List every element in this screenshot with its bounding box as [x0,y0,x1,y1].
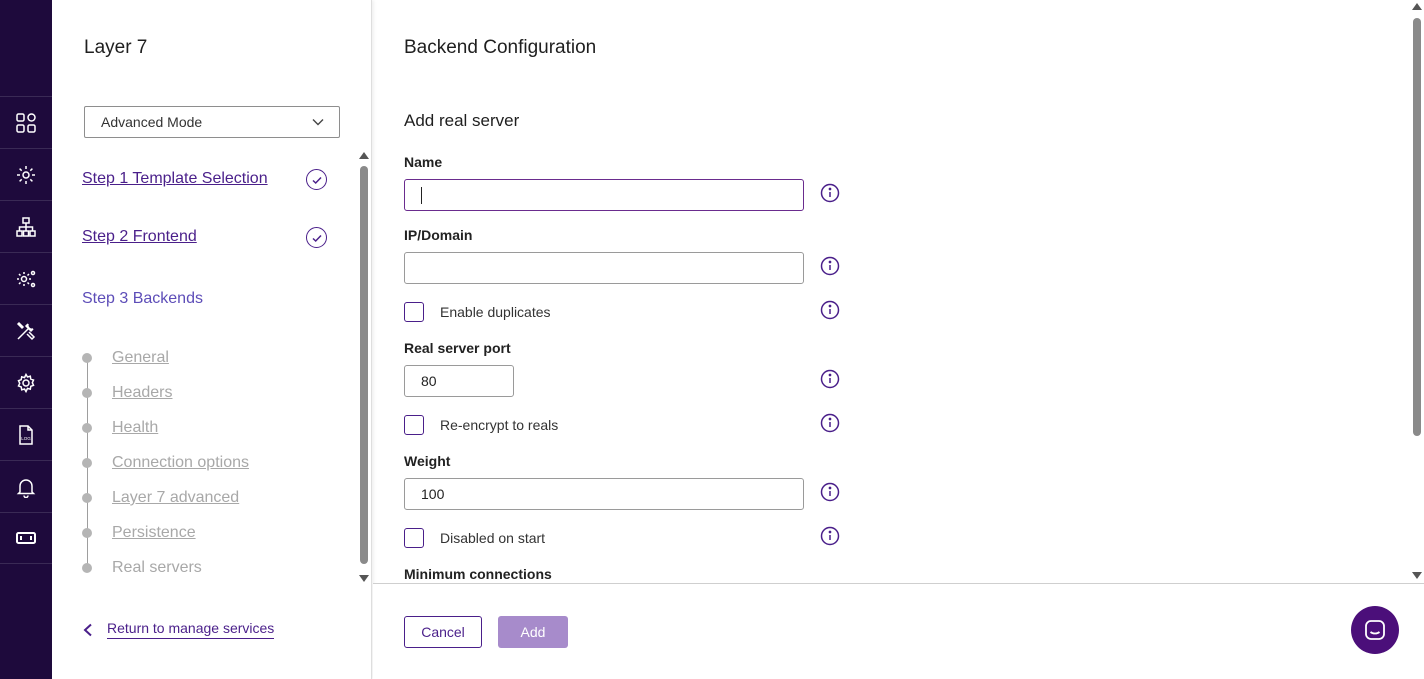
log-file-icon: LOG [19,424,33,445]
substep-dot [82,493,92,503]
weight-input[interactable] [404,478,804,510]
section-title: Add real server [404,111,520,130]
chat-icon [1365,620,1385,640]
substep-layer7-advanced[interactable]: Layer 7 advanced [82,488,239,508]
rail-dashboard[interactable] [0,96,52,148]
chevron-left-icon [83,623,92,636]
icon-rail: LOG [0,0,52,679]
name-label: Name [404,154,443,170]
mode-select[interactable]: Advanced Mode [84,106,340,138]
substep-health[interactable]: Health [82,418,158,438]
rail-ticket[interactable] [0,512,52,564]
substep-persistence[interactable]: Persistence [82,523,196,543]
substep-dot [82,563,92,573]
enable-duplicates-checkbox[interactable] [404,302,424,322]
step-backends: Step 3 Backends [82,290,203,307]
substep-dot [82,528,92,538]
services-icon [17,165,35,184]
substep-label: Layer 7 advanced [112,489,240,506]
text-caret [421,187,422,204]
substep-dot [82,423,92,433]
reencrypt-label: Re-encrypt to reals [440,417,559,433]
scrollbar-thumb[interactable] [360,166,368,564]
substep-headers[interactable]: Headers [82,383,172,403]
scrollbar-thumb[interactable] [1413,18,1421,436]
scroll-up-arrow[interactable] [359,152,369,159]
substep-label: Persistence [112,524,196,541]
disabled-on-start-checkbox[interactable] [404,528,424,548]
page-scrollbar[interactable] [1410,0,1424,583]
scroll-up-arrow[interactable] [1412,3,1422,10]
step-complete-check-icon [306,227,327,248]
ticket-icon [16,532,36,544]
mode-select-value: Advanced Mode [101,114,203,130]
cancel-button[interactable]: Cancel [404,616,482,648]
chat-launcher-button[interactable] [1351,606,1399,654]
step-complete-check-icon [306,169,327,190]
rail-advanced-config[interactable] [0,252,52,304]
real-server-port-info-icon[interactable] [820,369,840,389]
rail-cluster[interactable] [0,200,52,252]
wizard-scrollbar[interactable] [358,152,370,582]
enable-duplicates-info-icon[interactable] [820,300,840,320]
enable-duplicates-row: Enable duplicates [404,302,551,322]
rail-tools[interactable] [0,304,52,356]
tools-icon [16,321,36,340]
real-server-port-input[interactable] [404,365,514,397]
ip-domain-label: IP/Domain [404,227,473,243]
enable-duplicates-label: Enable duplicates [440,304,551,320]
svg-text:LOG: LOG [21,436,31,441]
substep-label: Headers [112,384,173,401]
substep-label: Connection options [112,454,249,471]
substep-label: Real servers [112,559,202,576]
step-template-selection[interactable]: Step 1 Template Selection [82,170,268,188]
advanced-config-icon [17,270,36,287]
reencrypt-checkbox[interactable] [404,415,424,435]
scroll-down-arrow[interactable] [359,575,369,582]
scroll-down-arrow[interactable] [1412,572,1422,579]
return-to-manage-services-link[interactable]: Return to manage services [82,620,275,639]
name-input[interactable] [404,179,804,211]
real-server-port-label: Real server port [404,340,511,356]
ip-domain-input[interactable] [404,252,804,284]
substep-general[interactable]: General [82,348,169,368]
reencrypt-info-icon[interactable] [820,413,840,433]
disabled-on-start-info-icon[interactable] [820,526,840,546]
substep-label: General [112,349,169,366]
substep-label: Health [112,419,159,436]
disabled-on-start-row: Disabled on start [404,528,545,548]
substep-dot [82,353,92,363]
rail-notifications[interactable] [0,460,52,512]
chevron-down-icon [312,119,324,126]
backend-configuration-form: Backend Configuration Add real server Na… [373,0,1410,583]
substep-dot [82,458,92,468]
rail-logs[interactable]: LOG [0,408,52,460]
substep-dot [82,388,92,398]
ip-domain-info-icon[interactable] [820,256,840,276]
rail-settings[interactable] [0,356,52,408]
page-title: Backend Configuration [404,37,597,58]
reencrypt-row: Re-encrypt to reals [404,415,558,435]
settings-icon [17,372,35,393]
substep-real-servers: Real servers [82,558,202,578]
dashboard-icon [16,112,36,133]
rail-services[interactable] [0,148,52,200]
disabled-on-start-label: Disabled on start [440,530,546,546]
cluster-icon [16,216,36,237]
substep-connection-options[interactable]: Connection options [82,453,249,473]
weight-info-icon[interactable] [820,482,840,502]
weight-label: Weight [404,453,451,469]
wizard-panel: Layer 7 Advanced Mode Step 1 Template Se… [52,0,372,679]
minimum-connections-label: Minimum connections [404,566,552,582]
notifications-icon [16,478,36,498]
wizard-title: Layer 7 [84,37,148,58]
add-button[interactable]: Add [498,616,568,648]
name-info-icon[interactable] [820,183,840,203]
form-footer: Cancel Add [373,583,1424,679]
step-frontend[interactable]: Step 2 Frontend [82,228,197,246]
return-link-label: Return to manage services [107,620,275,639]
